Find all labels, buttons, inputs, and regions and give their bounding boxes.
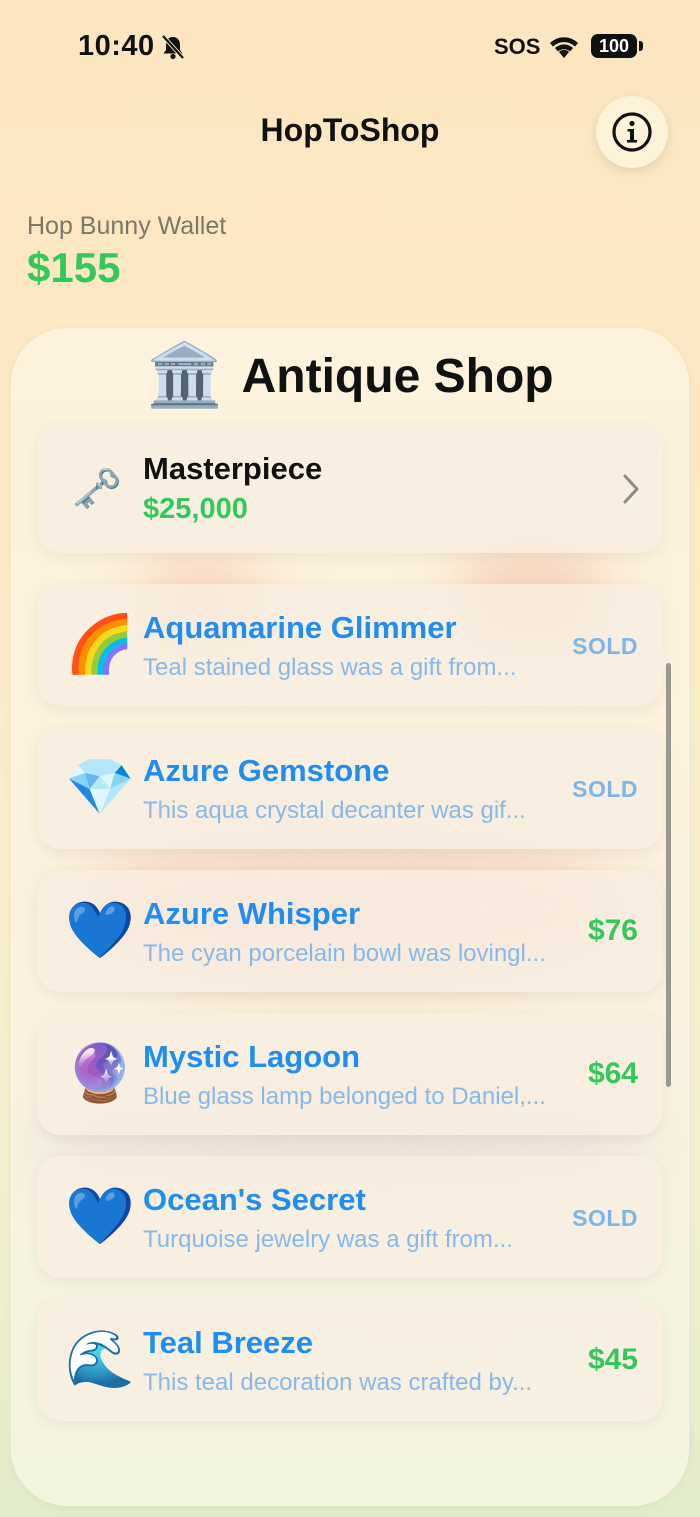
masterpiece-label: Masterpiece (143, 451, 323, 486)
info-button[interactable] (596, 96, 668, 168)
scrollbar[interactable] (666, 663, 671, 1087)
wallet-amount: $155 (27, 244, 121, 291)
item-price: $45 (587, 1343, 638, 1376)
info-circle-icon (612, 112, 652, 152)
item-name: Mystic Lagoon (143, 1039, 361, 1074)
bank-icon: 🏛️ (146, 341, 224, 410)
item-name: Ocean's Secret (143, 1182, 366, 1217)
status-bar: 10:40 SOS 100 (0, 0, 700, 96)
bell-slash-icon (161, 34, 185, 60)
shop-item-azure-whisper[interactable]: 💙 Azure Whisper The cyan porcelain bowl … (37, 870, 663, 992)
item-description: Teal stained glass was a gift from... (143, 654, 517, 681)
battery-cap (639, 41, 643, 51)
shop-item-mystic-lagoon[interactable]: 🔮 Mystic Lagoon Blue glass lamp belonged… (37, 1013, 663, 1135)
shop-item-oceans-secret[interactable]: 💙 Ocean's Secret Turquoise jewelry was a… (37, 1156, 663, 1278)
shop-title: Antique Shop (241, 349, 554, 403)
sos-indicator: SOS (494, 34, 541, 59)
masterpiece-price: $25,000 (143, 493, 248, 525)
item-name: Teal Breeze (143, 1325, 314, 1360)
item-price: $76 (587, 914, 638, 947)
item-description: Blue glass lamp belonged to Daniel,... (143, 1083, 546, 1110)
item-name: Azure Whisper (143, 896, 361, 931)
masterpiece-row[interactable]: 🗝️ Masterpiece $25,000 (37, 423, 663, 553)
wave-icon: 🌊 (65, 1327, 135, 1390)
key-icon: 🗝️ (72, 467, 122, 511)
rainbow-icon: 🌈 (65, 612, 135, 675)
item-description: The cyan porcelain bowl was lovingl... (143, 940, 546, 967)
shop-panel: 🏛️ Antique Shop 🗝️ Masterpiece $25,000 🌈… (12, 329, 688, 1505)
shop-header: 🏛️ Antique Shop (12, 339, 688, 413)
item-description: This teal decoration was crafted by... (143, 1369, 533, 1396)
sold-badge: SOLD (572, 1205, 638, 1231)
app-title: HopToShop (260, 112, 440, 148)
chevron-right-icon (623, 474, 639, 504)
shop-item-aquamarine-glimmer[interactable]: 🌈 Aquamarine Glimmer Teal stained glass … (37, 584, 663, 706)
item-price: $64 (587, 1057, 638, 1090)
item-name: Aquamarine Glimmer (143, 610, 457, 645)
wallet-label: Hop Bunny Wallet (27, 212, 227, 240)
item-description: This aqua crystal decanter was gif... (143, 797, 526, 824)
sold-badge: SOLD (572, 633, 638, 659)
status-time: 10:40 (78, 30, 155, 62)
wifi-icon (550, 37, 578, 58)
blue-heart-icon: 💙 (65, 1184, 135, 1247)
shop-item-teal-breeze[interactable]: 🌊 Teal Breeze This teal decoration was c… (37, 1299, 663, 1421)
blue-heart-icon: 💙 (65, 898, 135, 961)
shop-item-azure-gemstone[interactable]: 💎 Azure Gemstone This aqua crystal decan… (37, 727, 663, 849)
gem-icon: 💎 (65, 755, 135, 818)
item-description: Turquoise jewelry was a gift from... (143, 1226, 513, 1253)
item-name: Azure Gemstone (143, 753, 390, 788)
sold-badge: SOLD (572, 776, 638, 802)
battery-indicator: 100 (591, 34, 637, 58)
crystal-ball-icon: 🔮 (65, 1041, 135, 1104)
